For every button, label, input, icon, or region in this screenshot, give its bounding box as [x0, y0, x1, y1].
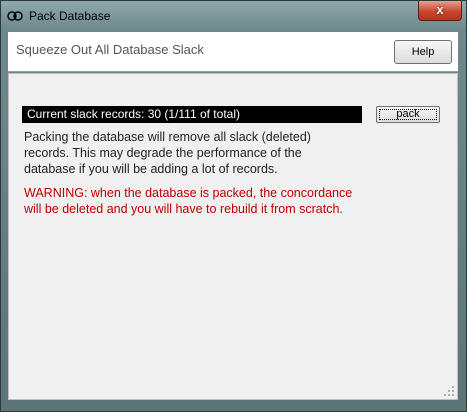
resize-grip-icon[interactable]: [443, 385, 455, 397]
dialog-header: Squeeze Out All Database Slack Help: [8, 32, 458, 72]
pack-database-window: Pack Database x Squeeze Out All Database…: [0, 0, 467, 412]
close-icon: x: [436, 2, 444, 17]
dialog-heading: Squeeze Out All Database Slack: [16, 42, 204, 57]
title-bar[interactable]: Pack Database x: [1, 1, 466, 31]
slack-status-bar: Current slack records: 30 (1/111 of tota…: [22, 106, 362, 123]
close-button[interactable]: x: [418, 1, 462, 21]
concordance-warning-text: WARNING: when the database is packed, th…: [24, 186, 353, 216]
focus-ring: [379, 109, 437, 120]
window-title: Pack Database: [29, 9, 111, 23]
pack-database-app-icon: [7, 11, 23, 21]
dialog-body: Current slack records: 30 (1/111 of tota…: [8, 73, 458, 400]
help-button[interactable]: Help: [394, 40, 452, 64]
packing-info-text: Packing the database will remove all sla…: [24, 130, 311, 176]
pack-button[interactable]: pack: [376, 106, 440, 123]
